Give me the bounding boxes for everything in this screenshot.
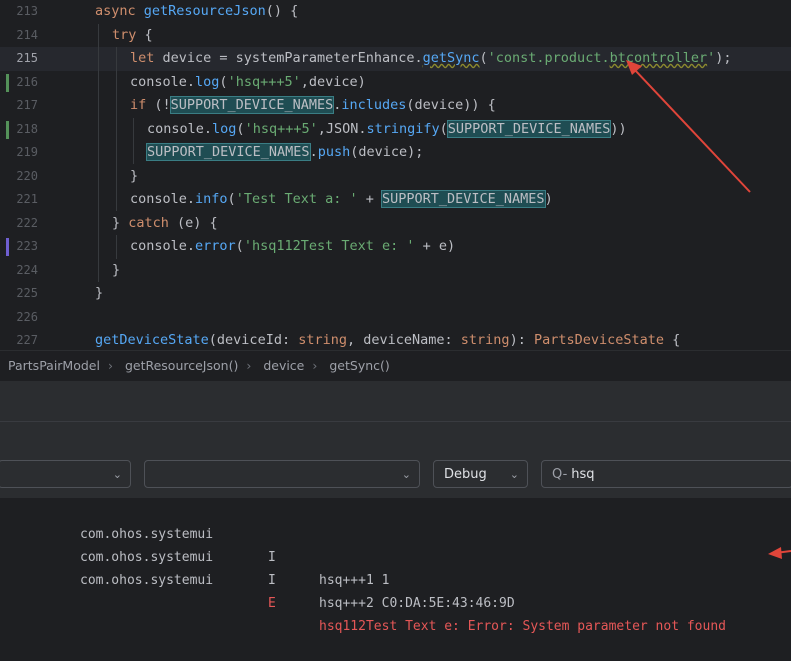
code-line[interactable]: 218 console.log('hsq+++5',JSON.stringify… [0, 118, 791, 142]
chevron-down-icon: ⌄ [509, 468, 519, 481]
chevron-right-icon: › [107, 358, 113, 373]
code-line[interactable]: 226 [0, 306, 791, 330]
log-row-error[interactable]: com.ohos.systemui E hsq112Test Text e: E… [0, 546, 791, 634]
log-row[interactable]: com.ohos.systemui I hsq+++2 C0:DA:5E:43:… [0, 523, 791, 611]
code-text: console.error('hsq112Test Text e: ' + e) [130, 238, 456, 254]
process-dropdown[interactable]: ⌄ [144, 460, 420, 488]
code-text: SUPPORT_DEVICE_NAMES.push(device); [146, 143, 424, 161]
code-line[interactable]: 224 } [0, 259, 791, 283]
log-row[interactable]: com.ohos.systemui I hsq+++1 1 [0, 500, 791, 588]
code-text: async getResourceJson() { [95, 3, 299, 19]
code-line[interactable]: 216 console.log('hsq+++5',device) [0, 71, 791, 95]
chevron-down-icon: ⌄ [401, 468, 411, 481]
breadcrumb-item[interactable]: device [263, 358, 304, 373]
code-text: console.log('hsq+++5',device) [130, 73, 366, 90]
line-number: 217 [16, 98, 38, 112]
breadcrumb-item[interactable]: PartsPairModel [8, 358, 100, 373]
line-number: 227 [16, 333, 38, 347]
tool-window-header [0, 381, 791, 421]
line-number: 213 [16, 4, 38, 18]
code-text: } catch (e) { [112, 214, 218, 231]
code-line[interactable]: 217 if (!SUPPORT_DEVICE_NAMES.includes(d… [0, 94, 791, 118]
chevron-right-icon: › [246, 358, 252, 373]
line-number: 222 [16, 215, 38, 230]
breadcrumb-item[interactable]: getResourceJson() [125, 358, 238, 373]
code-line-current[interactable]: 215 let device = systemParameterEnhance.… [0, 47, 791, 71]
line-number: 221 [16, 192, 38, 206]
search-value: hsq [571, 467, 595, 482]
line-number: 218 [16, 121, 38, 136]
device-dropdown[interactable]: ⌄ [0, 460, 131, 488]
code-line[interactable]: 222 } catch (e) { [0, 212, 791, 236]
code-text: let device = systemParameterEnhance.getS… [130, 50, 732, 66]
code-line[interactable]: 220 } [0, 165, 791, 189]
tool-window-toolbar [0, 421, 791, 452]
line-number: 225 [16, 286, 38, 300]
line-number: 215 [16, 51, 38, 65]
line-number: 216 [16, 74, 38, 89]
indent-guide [133, 118, 134, 164]
code-line[interactable]: 223 console.error('hsq112Test Text e: ' … [0, 235, 791, 259]
indent-guide [98, 24, 99, 282]
log-message: hsq112Test Text e: Error: System paramet… [319, 619, 726, 634]
log-output[interactable]: com.ohos.systemui I hsq+++1 1 com.ohos.s… [0, 498, 791, 634]
log-search-input[interactable]: Q-hsq [541, 460, 791, 488]
chevron-right-icon: › [312, 358, 318, 373]
code-text: } [95, 285, 104, 301]
log-level-value: Debug [444, 467, 487, 482]
search-icon: Q- [552, 467, 568, 482]
code-text: } [112, 261, 121, 278]
code-text: } [130, 167, 139, 184]
line-number: 223 [16, 239, 38, 253]
code-line[interactable]: 214 try { [0, 24, 791, 48]
line-number: 220 [16, 168, 38, 183]
breadcrumb-trail: PartsPairModel › getResourceJson() › devic… [8, 351, 398, 381]
indent-guide [116, 235, 117, 259]
line-number: 214 [16, 27, 38, 42]
breadcrumb-item[interactable]: getSync() [329, 358, 389, 373]
log-row-partial [0, 569, 791, 592]
line-number: 219 [16, 145, 38, 159]
code-text: console.info('Test Text a: ' + SUPPORT_D… [130, 190, 553, 208]
code-line[interactable]: 227 getDeviceState(deviceId: string, dev… [0, 329, 791, 353]
log-message: hsq+++2 C0:DA:5E:43:46:9D [319, 596, 515, 611]
code-text: if (!SUPPORT_DEVICE_NAMES.includes(devic… [130, 96, 496, 114]
log-level: E [268, 596, 276, 611]
indent-guide [116, 47, 117, 211]
code-line[interactable]: 213 async getResourceJson() { [0, 0, 791, 24]
line-number: 226 [16, 309, 38, 324]
log-level-dropdown[interactable]: Debug ⌄ [433, 460, 528, 488]
code-editor[interactable]: 213 async getResourceJson() { 214 try { … [0, 0, 791, 350]
code-text: getDeviceState(deviceId: string, deviceN… [95, 332, 681, 348]
code-line[interactable]: 221 console.info('Test Text a: ' + SUPPO… [0, 188, 791, 212]
breadcrumb: PartsPairModel › getResourceJson() › devic… [0, 350, 791, 381]
line-number: 224 [16, 262, 38, 277]
code-text: console.log('hsq+++5',JSON.stringify(SUP… [147, 119, 627, 138]
code-line[interactable]: 225 } [0, 282, 791, 306]
code-line[interactable]: 219 SUPPORT_DEVICE_NAMES.push(device); [0, 141, 791, 165]
chevron-down-icon: ⌄ [112, 468, 122, 481]
code-text: try { [112, 26, 153, 43]
log-filter-bar: ⌄ ⌄ Debug ⌄ Q-hsq [0, 451, 791, 499]
